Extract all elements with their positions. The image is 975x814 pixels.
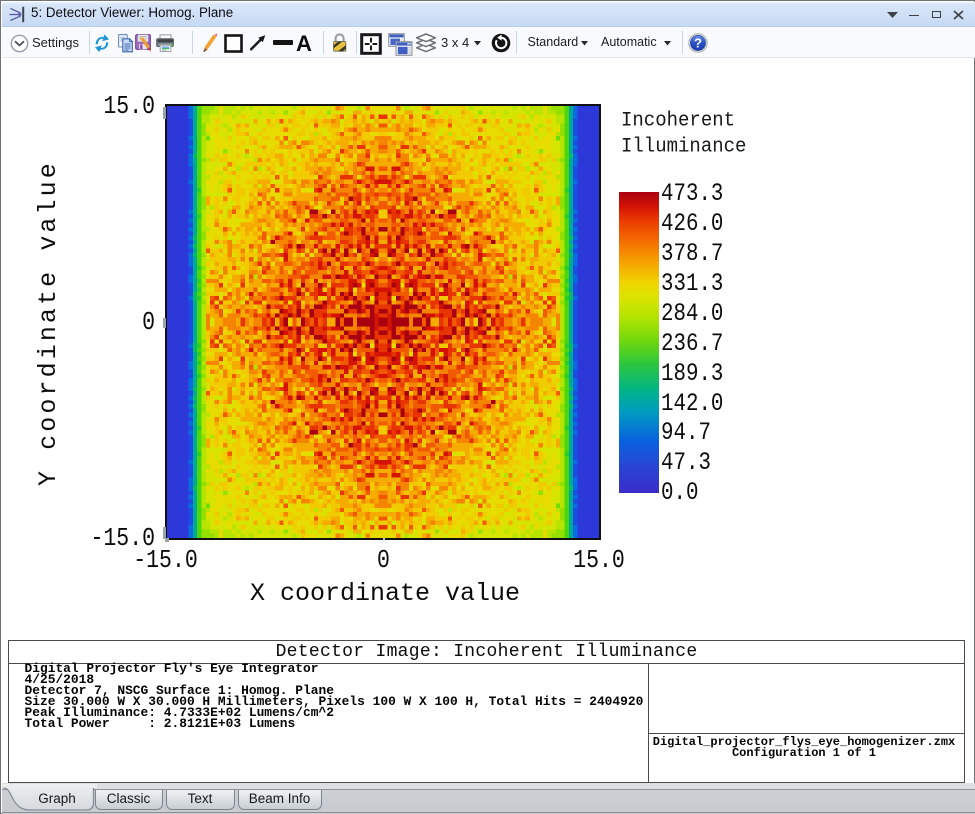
svg-text:?: ? <box>694 35 702 50</box>
